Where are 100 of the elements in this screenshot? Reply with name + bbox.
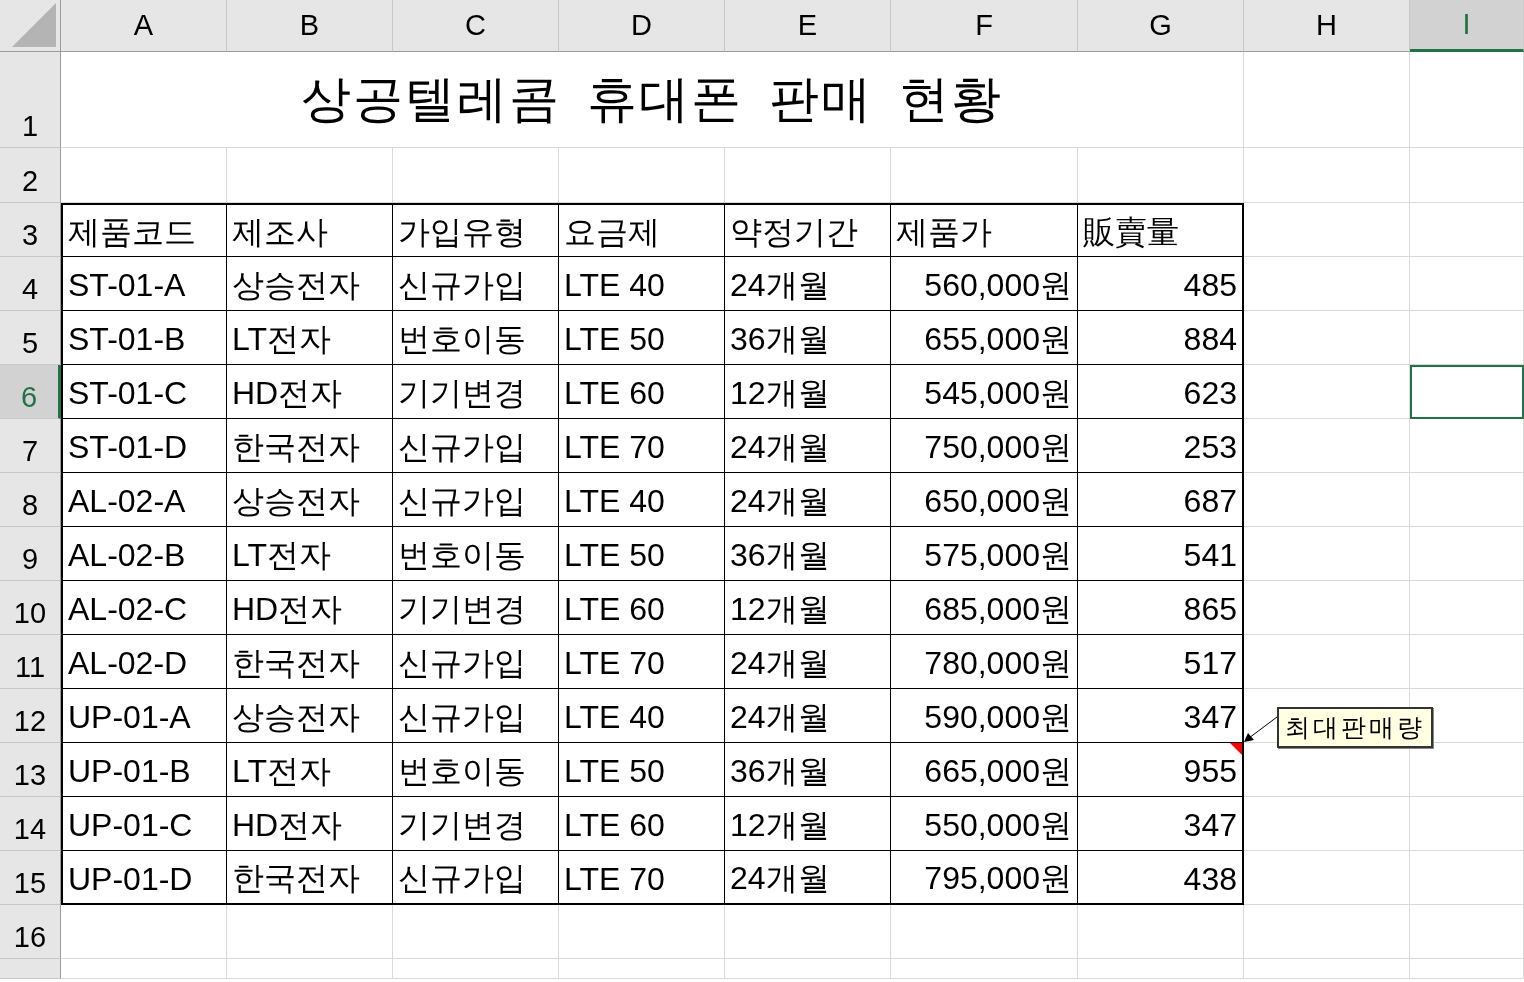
empty-cell[interactable]: [559, 959, 725, 979]
empty-cell[interactable]: [1410, 311, 1524, 365]
empty-cell[interactable]: [1244, 473, 1410, 527]
empty-cell[interactable]: [1244, 527, 1410, 581]
column-header[interactable]: D: [559, 0, 725, 52]
empty-cell[interactable]: [1244, 635, 1410, 689]
column-header[interactable]: C: [393, 0, 559, 52]
empty-cell[interactable]: [891, 148, 1078, 203]
empty-cell[interactable]: [1078, 959, 1244, 979]
row-header[interactable]: 15: [0, 851, 61, 905]
table-cell: LT전자: [227, 743, 393, 797]
empty-cell[interactable]: [1410, 797, 1524, 851]
row-header[interactable]: 12: [0, 689, 61, 743]
row-header[interactable]: 7: [0, 419, 61, 473]
merged-cell[interactable]: 상공텔레콤 휴대폰 판매 현황: [61, 52, 1244, 148]
table-cell: LTE 70: [559, 851, 725, 905]
row-header[interactable]: 9: [0, 527, 61, 581]
empty-cell[interactable]: [1244, 52, 1410, 148]
table-cell: 12개월: [725, 581, 891, 635]
table-cell: LTE 50: [559, 743, 725, 797]
empty-cell[interactable]: [1410, 851, 1524, 905]
row-header[interactable]: 11: [0, 635, 61, 689]
empty-cell[interactable]: [227, 959, 393, 979]
empty-cell[interactable]: [393, 148, 559, 203]
empty-cell[interactable]: [1410, 959, 1524, 979]
empty-cell[interactable]: [1410, 148, 1524, 203]
table-cell: 기기변경: [393, 581, 559, 635]
empty-cell[interactable]: [1244, 257, 1410, 311]
table-cell: LTE 50: [559, 311, 725, 365]
column-header[interactable]: I: [1410, 0, 1524, 52]
empty-cell[interactable]: [1410, 635, 1524, 689]
table-cell: LTE 70: [559, 419, 725, 473]
column-header[interactable]: G: [1078, 0, 1244, 52]
selected-cell[interactable]: [1410, 365, 1524, 419]
column-header[interactable]: B: [227, 0, 393, 52]
empty-cell[interactable]: [1244, 581, 1410, 635]
empty-cell[interactable]: [1244, 905, 1410, 959]
row-header[interactable]: 10: [0, 581, 61, 635]
empty-cell[interactable]: [1078, 148, 1244, 203]
table-cell: AL-02-C: [61, 581, 227, 635]
empty-cell[interactable]: [725, 148, 891, 203]
table-cell: 번호이동: [393, 743, 559, 797]
row-header[interactable]: 1: [0, 52, 61, 148]
row-header[interactable]: 14: [0, 797, 61, 851]
empty-cell[interactable]: [1244, 959, 1410, 979]
column-header[interactable]: H: [1244, 0, 1410, 52]
row-header[interactable]: 16: [0, 905, 61, 959]
empty-cell[interactable]: [1078, 905, 1244, 959]
empty-cell[interactable]: [1410, 581, 1524, 635]
empty-cell[interactable]: [1410, 473, 1524, 527]
row-header[interactable]: 2: [0, 148, 61, 203]
table-cell: 687: [1078, 473, 1244, 527]
empty-cell[interactable]: [1244, 365, 1410, 419]
table-cell: ST-01-D: [61, 419, 227, 473]
empty-cell[interactable]: [891, 905, 1078, 959]
triangle-icon: [12, 3, 56, 47]
empty-cell[interactable]: [393, 959, 559, 979]
table-cell: ST-01-A: [61, 257, 227, 311]
empty-cell[interactable]: [393, 905, 559, 959]
empty-cell[interactable]: [559, 148, 725, 203]
row-header[interactable]: 5: [0, 311, 61, 365]
table-cell: LT전자: [227, 527, 393, 581]
table-cell: 650,000원: [891, 473, 1078, 527]
empty-cell[interactable]: [1244, 148, 1410, 203]
empty-cell[interactable]: [1244, 203, 1410, 257]
row-header[interactable]: 6: [0, 365, 61, 419]
empty-cell[interactable]: [891, 959, 1078, 979]
column-header[interactable]: A: [61, 0, 227, 52]
table-cell: 24개월: [725, 635, 891, 689]
table-cell: AL-02-A: [61, 473, 227, 527]
empty-cell[interactable]: [1410, 257, 1524, 311]
empty-cell[interactable]: [1410, 419, 1524, 473]
column-header[interactable]: E: [725, 0, 891, 52]
row-header[interactable]: 4: [0, 257, 61, 311]
empty-cell[interactable]: [1410, 527, 1524, 581]
sheet-title: 상공텔레콤 휴대폰 판매 현황: [301, 69, 1003, 130]
empty-cell[interactable]: [1410, 905, 1524, 959]
column-header[interactable]: F: [891, 0, 1078, 52]
row-header[interactable]: [0, 959, 61, 979]
empty-cell[interactable]: [1410, 52, 1524, 148]
empty-cell[interactable]: [725, 905, 891, 959]
empty-cell[interactable]: [1410, 203, 1524, 257]
empty-cell[interactable]: [1244, 797, 1410, 851]
table-cell: 253: [1078, 419, 1244, 473]
empty-cell[interactable]: [1244, 419, 1410, 473]
row-header[interactable]: 3: [0, 203, 61, 257]
empty-cell[interactable]: [1244, 851, 1410, 905]
row-header[interactable]: 13: [0, 743, 61, 797]
empty-cell[interactable]: [725, 959, 891, 979]
column-heading: 가입유형: [393, 203, 559, 257]
table-cell: 665,000원: [891, 743, 1078, 797]
empty-cell[interactable]: [227, 905, 393, 959]
table-cell: 신규가입: [393, 851, 559, 905]
select-all-corner[interactable]: [0, 0, 61, 52]
empty-cell[interactable]: [1244, 311, 1410, 365]
row-header[interactable]: 8: [0, 473, 61, 527]
table-cell: 24개월: [725, 851, 891, 905]
empty-cell[interactable]: [1410, 743, 1524, 797]
empty-cell[interactable]: [559, 905, 725, 959]
empty-cell[interactable]: [227, 148, 393, 203]
